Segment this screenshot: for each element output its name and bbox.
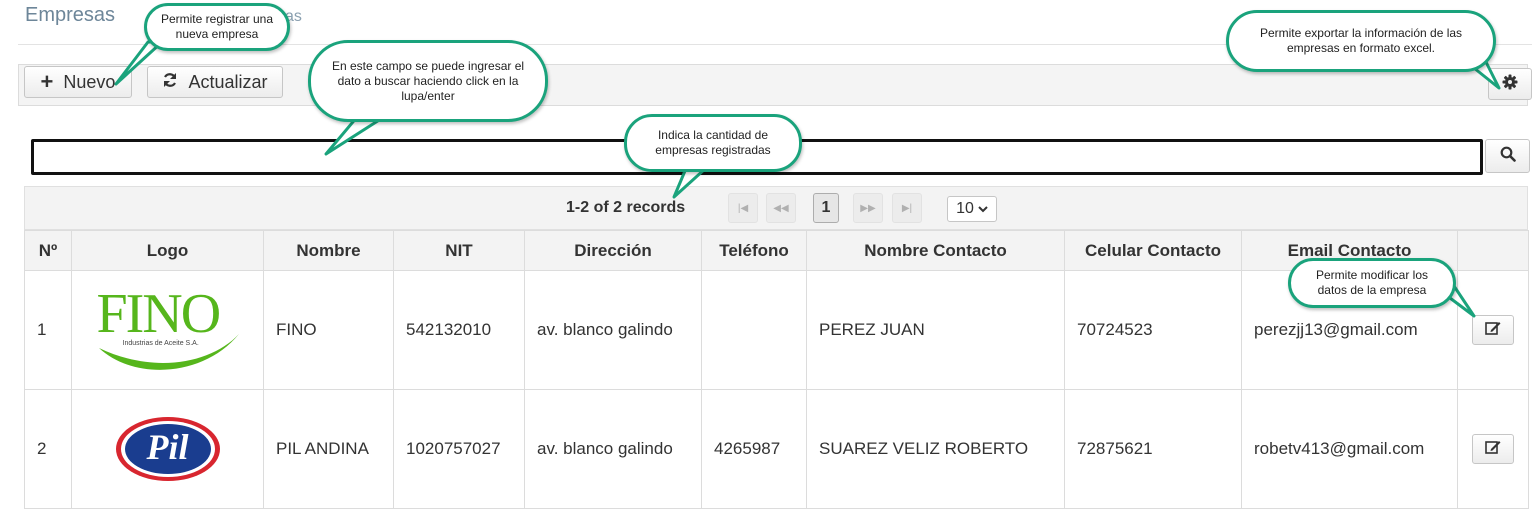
cell-nit: 542132010 (393, 270, 525, 390)
callout-nuevo-text: Permite registrar una nueva empresa (160, 12, 274, 41)
cell-nombre: FINO (263, 270, 394, 390)
rows-per-page-select[interactable]: 10 (947, 196, 997, 222)
column-header-nit[interactable]: NIT (393, 230, 525, 271)
column-header-logo[interactable]: Logo (71, 230, 264, 271)
last-page-icon: ▶| (901, 202, 913, 214)
callout-export-text: Permite exportar la información de las e… (1259, 26, 1463, 55)
callout-nuevo: Permite registrar una nueva empresa (144, 3, 290, 51)
search-icon (1500, 146, 1516, 167)
callout-edit: Permite modificar los datos de la empres… (1288, 258, 1456, 308)
prev-page-icon: ◀◀ (773, 202, 789, 214)
cell-email: robetv413@gmail.com (1241, 389, 1458, 509)
cell-actions (1457, 389, 1529, 509)
callout-search: En este campo se puede ingresar el dato … (308, 40, 548, 122)
cell-logo: FINO Industrias de Aceite S.A. (71, 270, 264, 390)
cell-celular: 70724523 (1064, 270, 1242, 390)
cell-direccion: av. blanco galindo (524, 270, 702, 390)
refresh-button-label: Actualizar (188, 71, 268, 92)
cell-celular: 72875621 (1064, 389, 1242, 509)
callout-search-text: En este campo se puede ingresar el dato … (331, 58, 525, 103)
plus-icon: + (40, 69, 54, 94)
cell-telefono: 4265987 (701, 389, 807, 509)
cell-contacto: PEREZ JUAN (806, 270, 1065, 390)
cell-num: 1 (24, 270, 72, 390)
column-header-direccion[interactable]: Dirección (524, 230, 702, 271)
last-page-button[interactable]: ▶| (892, 193, 922, 223)
callout-export: Permite exportar la información de las e… (1226, 10, 1496, 72)
first-page-button[interactable]: |◀ (728, 193, 758, 223)
pil-logo-text: Pil (146, 427, 189, 467)
edit-icon (1485, 439, 1501, 459)
prev-page-button[interactable]: ◀◀ (766, 193, 796, 223)
cell-direccion: av. blanco galindo (524, 389, 702, 509)
column-header-nombre[interactable]: Nombre (263, 230, 394, 271)
fino-logo: FINO Industrias de Aceite S.A. (93, 282, 243, 378)
column-header-contacto[interactable]: Nombre Contacto (806, 230, 1065, 271)
column-header-telefono[interactable]: Teléfono (701, 230, 807, 271)
edit-button[interactable] (1472, 434, 1514, 464)
column-header-actions (1457, 230, 1529, 271)
callout-edit-text: Permite modificar los datos de la empres… (1315, 268, 1429, 297)
page-number: 1 (821, 199, 831, 216)
callout-count: Indica la cantidad de empresas registrad… (624, 114, 802, 172)
page-title: Empresas (25, 4, 116, 26)
next-page-icon: ▶▶ (860, 202, 876, 214)
cell-telefono (701, 270, 807, 390)
chevron-down-icon (978, 200, 988, 218)
pil-logo: Pil (89, 401, 246, 497)
cell-nit: 1020757027 (393, 389, 525, 509)
cell-contacto: SUAREZ VELIZ ROBERTO (806, 389, 1065, 509)
first-page-icon: |◀ (737, 202, 749, 214)
next-page-button[interactable]: ▶▶ (853, 193, 883, 223)
column-header-celular[interactable]: Celular Contacto (1064, 230, 1242, 271)
search-button[interactable] (1485, 139, 1530, 173)
rows-per-page-value: 10 (956, 200, 974, 217)
cell-num: 2 (24, 389, 72, 509)
table-row[interactable]: 2 Pil PIL ANDINA 1020757027 av. blanco g… (24, 389, 1529, 509)
cell-nombre: PIL ANDINA (263, 389, 394, 509)
edit-icon (1485, 320, 1501, 340)
callout-count-text: Indica la cantidad de empresas registrad… (655, 128, 771, 157)
new-button-label: Nuevo (63, 71, 116, 92)
cell-logo: Pil (71, 389, 264, 509)
page-number-button[interactable]: 1 (813, 193, 839, 223)
column-header-num[interactable]: Nº (24, 230, 72, 271)
